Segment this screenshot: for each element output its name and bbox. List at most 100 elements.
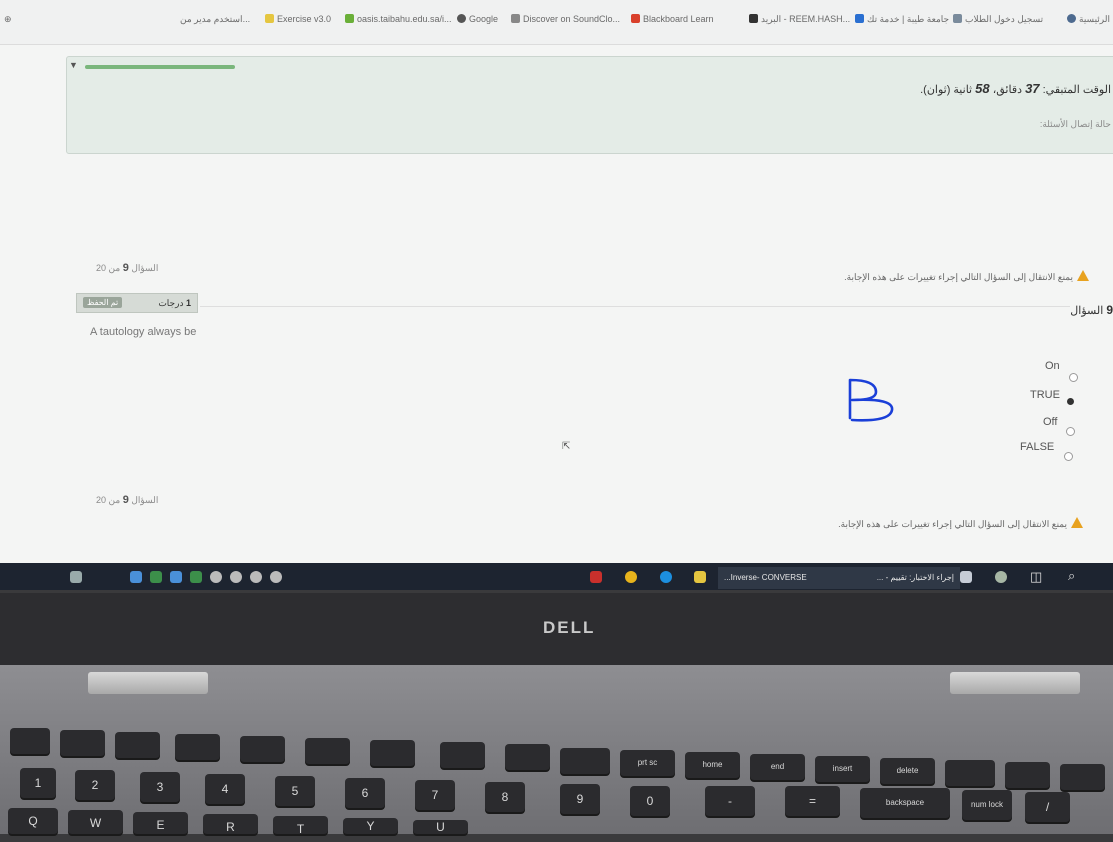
key-5[interactable]: 5 [275,776,315,806]
globe-icon [1067,14,1076,23]
tray-icon[interactable] [190,571,202,583]
site-icon [953,14,962,23]
dell-logo: DELL [543,618,596,637]
key-r[interactable]: R [203,814,258,834]
app-icon[interactable] [995,571,1007,583]
key-slash[interactable]: / [1025,792,1070,822]
key[interactable] [560,748,610,774]
bookmark-item[interactable]: Blackboard Learn [628,14,714,24]
right-hinge [950,672,1080,694]
taskbar-window-quiz[interactable]: إجراء الاختبار: تقييم - ... [832,567,960,589]
lightbulb-icon [265,14,274,23]
option-label-on[interactable]: On [1045,360,1060,372]
key-numlock[interactable]: num lock [962,790,1012,820]
key[interactable] [60,730,105,756]
option-label-false[interactable]: FALSE [1020,441,1054,453]
key-6[interactable]: 6 [345,778,385,808]
bookmark-item[interactable]: جامعة طيبة | خدمة تك [852,14,949,25]
bookmark-item[interactable]: استخدم مدير من... [180,14,250,25]
key-q[interactable]: Q [8,808,58,834]
bookmark-item[interactable]: تسجيل دخول الطلاب [950,14,1043,25]
divider [200,306,1070,307]
bookmark-item[interactable]: oasis.taibahu.edu.sa/i... [342,14,452,24]
option-label-true[interactable]: TRUE [1030,389,1060,401]
collapse-icon[interactable]: ▼ [69,60,78,70]
tray-icon[interactable] [250,571,262,583]
key-u[interactable]: U [413,820,468,834]
bookmarks-bar: ⊕ استخدم مدير من... Exercise v3.0 oasis.… [0,0,1113,45]
tray-icon[interactable] [270,571,282,583]
key[interactable] [10,728,50,754]
question-counter-bottom: السؤال 9 من 20 [96,494,159,506]
key-equals[interactable]: = [785,786,840,816]
tray-icon[interactable] [130,571,142,583]
navigation-warning: يمنع الانتقال إلى السؤال التالي إجراء تغ… [844,270,1089,283]
bookmark-item[interactable]: الرئيسية [1064,14,1110,25]
option-radio-on[interactable] [1069,373,1078,382]
option-radio-off[interactable] [1066,427,1075,436]
key[interactable] [370,740,415,766]
bookmark-item[interactable]: البريد - REEM.HASH... [746,14,850,25]
key-home[interactable]: home [685,752,740,778]
key-e[interactable]: E [133,812,188,834]
key-backspace[interactable]: backspace [860,788,950,818]
key[interactable] [175,734,220,760]
warning-icon [1077,270,1089,281]
key-9[interactable]: 9 [560,784,600,814]
warning-icon [1071,517,1083,528]
key[interactable] [1005,762,1050,788]
key[interactable] [240,736,285,762]
timer-panel: ▼ الوقت المتبقي: 37 دقائق، 58 ثانية (ثوا… [66,56,1113,154]
key-insert[interactable]: insert [815,756,870,782]
key-w[interactable]: W [68,810,123,834]
bookmark-item[interactable]: Discover on SoundClo... [508,14,620,24]
question-text: A tautology always be [90,326,197,338]
saved-badge: تم الحفظ [83,297,123,308]
chrome-icon[interactable] [625,571,637,583]
key-t[interactable]: T [273,816,328,836]
key-4[interactable]: 4 [205,774,245,804]
key-7[interactable]: 7 [415,780,455,810]
taskbar: ...Inverse- CONVERSE إجراء الاختبار: تقي… [0,563,1113,590]
key-prtsc[interactable]: prt sc [620,750,675,776]
app-icon[interactable] [960,571,972,583]
key[interactable] [305,738,350,764]
key-delete[interactable]: delete [880,758,935,784]
pdf-icon[interactable] [590,571,602,583]
key-8[interactable]: 8 [485,782,525,812]
key[interactable] [505,744,550,770]
key-y[interactable]: Y [343,818,398,834]
key[interactable] [945,760,995,786]
option-label-off[interactable]: Off [1043,416,1057,428]
menu-icon[interactable]: ⊕ [4,14,12,25]
bookmark-item[interactable]: Exercise v3.0 [262,14,331,24]
key-3[interactable]: 3 [140,772,180,802]
tray-icon[interactable] [210,571,222,583]
folder-icon[interactable] [694,571,706,583]
key-0[interactable]: 0 [630,786,670,816]
tray-icon[interactable] [150,571,162,583]
connection-status: حالة إتصال الأسئلة: [1039,119,1111,129]
taskbar-window-converse[interactable]: ...Inverse- CONVERSE [718,567,838,589]
key-2[interactable]: 2 [75,770,115,800]
key-end[interactable]: end [750,754,805,780]
key-minus[interactable]: - [705,786,755,816]
key-1[interactable]: 1 [20,768,56,798]
left-hinge [88,672,208,694]
tray-icon[interactable] [70,571,82,583]
edge-icon[interactable] [660,571,672,583]
handwritten-annotation: B [846,378,898,435]
soundcloud-icon [631,14,640,23]
key[interactable] [440,742,485,768]
tray-icon[interactable] [230,571,242,583]
task-view-icon[interactable]: ◫ [1030,569,1042,585]
bookmark-item[interactable]: Google [454,14,498,24]
tray-icon[interactable] [170,571,182,583]
key[interactable] [115,732,160,758]
blackboard-icon [749,14,758,23]
option-radio-true[interactable] [1067,398,1074,405]
mouse-cursor-icon: ⇱ [562,441,571,452]
key[interactable] [1060,764,1105,790]
option-radio-false[interactable] [1064,452,1073,461]
search-icon[interactable]: ⌕ [1068,568,1075,584]
